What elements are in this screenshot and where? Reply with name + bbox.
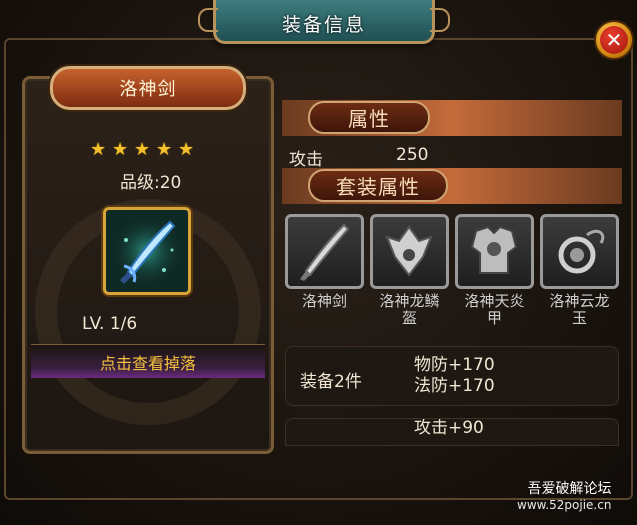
watermark-url: www.52pojie.cn [517, 498, 612, 512]
helmet-icon [370, 214, 449, 289]
suit-bonus-box-partial: 攻击+90 [285, 418, 619, 446]
attribute-value: 250 [396, 145, 429, 165]
suit-bonus-label: 装备2件 [300, 372, 362, 392]
suit-bonus-line: 法防+170 [414, 376, 495, 396]
suit-bonus-values: 物防+170 法防+170 [414, 355, 495, 397]
suit-item[interactable]: 洛神龙鳞盔 [370, 214, 449, 327]
suit-section-bar: 套装属性 [282, 168, 622, 204]
suit-bonus-box: 装备2件 物防+170 法防+170 [285, 346, 619, 406]
suit-item-name: 洛神龙鳞盔 [379, 292, 440, 327]
suit-item[interactable]: 洛神剑 [285, 214, 364, 327]
armor-icon [455, 214, 534, 289]
attribute-section-title: 属性 [308, 101, 430, 134]
watermark: 吾爱破解论坛 www.52pojie.cn [517, 478, 611, 512]
item-icon-frame[interactable] [103, 207, 191, 295]
header-plate: 装备信息 [198, 0, 450, 44]
close-button[interactable]: ✕ [594, 20, 634, 60]
close-icon: ✕ [600, 26, 628, 54]
suit-item[interactable]: 洛神天炎甲 [455, 214, 534, 327]
star-icon: ★ [112, 139, 129, 160]
suit-item[interactable]: 洛神云龙玉 [540, 214, 619, 327]
jade-pendant-icon [540, 214, 619, 289]
sword-icon [106, 210, 188, 292]
item-name-plate: 洛神剑 [50, 66, 246, 110]
suit-bonus-line: 物防+170 [414, 355, 495, 375]
star-rating: ★ ★ ★ ★ ★ [90, 141, 196, 159]
suit-item-name: 洛神云龙玉 [549, 292, 610, 327]
sword-icon [285, 214, 364, 289]
item-level: LV. 1/6 [82, 314, 138, 334]
view-drop-label: 点击查看掉落 [99, 353, 196, 373]
star-icon: ★ [156, 139, 173, 160]
star-icon: ★ [134, 139, 151, 160]
attribute-section-bar: 属性 [282, 100, 622, 136]
watermark-title: 吾爱破解论坛 [527, 481, 612, 497]
suit-section-title: 套装属性 [308, 169, 448, 202]
star-icon: ★ [178, 139, 195, 160]
star-icon: ★ [90, 139, 107, 160]
suit-item-name: 洛神剑 [301, 292, 347, 310]
view-drop-button[interactable]: 点击查看掉落 [31, 344, 265, 378]
suit-item-list: 洛神剑 洛神龙鳞盔 洛神天炎甲 洛神云龙玉 [285, 214, 619, 327]
suit-item-name: 洛神天炎甲 [464, 292, 525, 327]
header-title: 装备信息 [281, 14, 366, 36]
attribute-name: 攻击 [289, 150, 323, 170]
item-grade: 品级:20 [120, 173, 182, 193]
suit-bonus-partial-line: 攻击+90 [414, 418, 484, 438]
item-name: 洛神剑 [119, 79, 177, 100]
